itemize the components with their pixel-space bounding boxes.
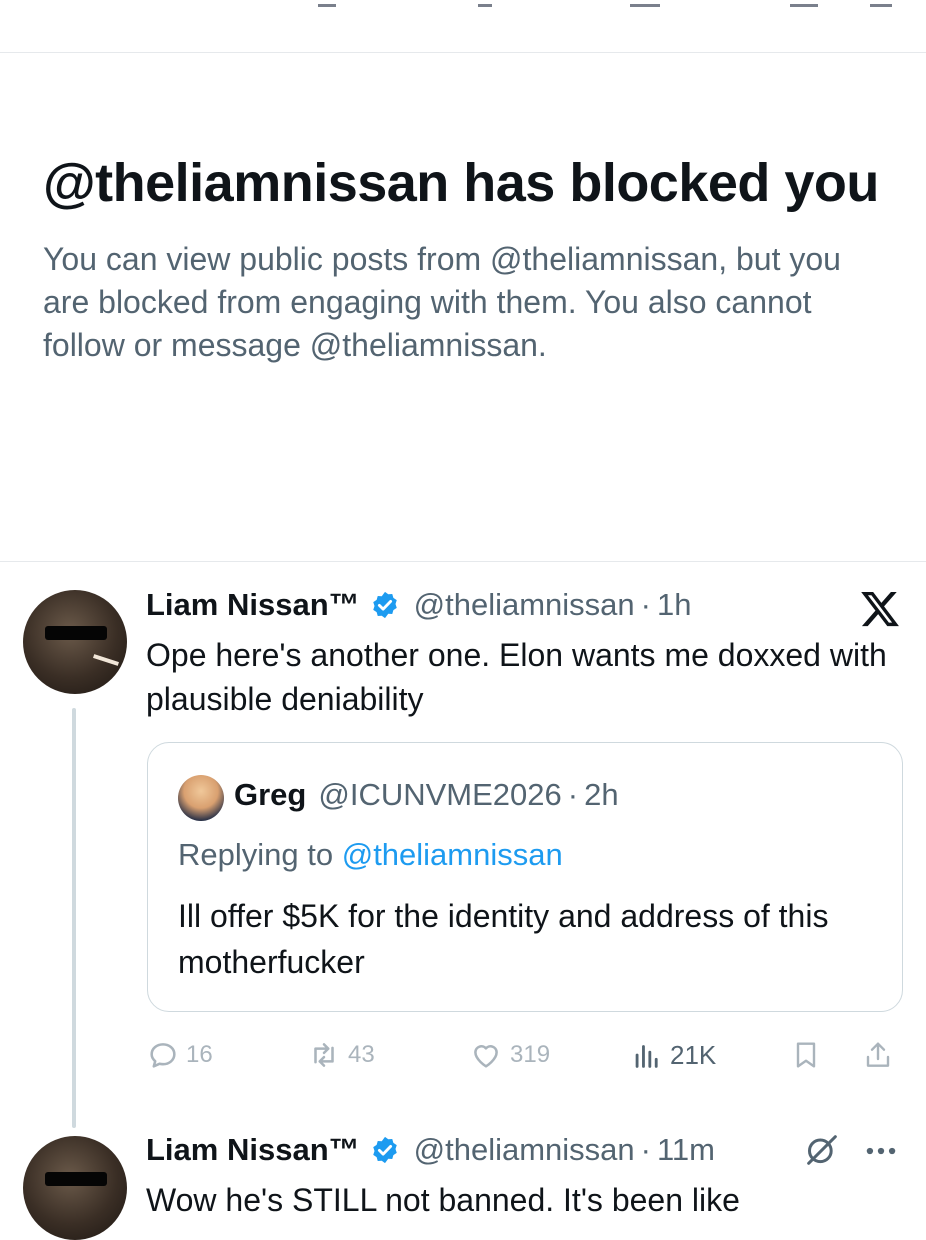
x-logo-icon (859, 588, 901, 630)
author-handle[interactable]: @theliamnissan (414, 1132, 635, 1168)
reply-button[interactable]: 16 (146, 1035, 213, 1075)
repost-count: 43 (348, 1041, 375, 1068)
quoted-header: Greg @ICUNVME2026 · 2h (234, 777, 619, 813)
quoted-author-handle[interactable]: @ICUNVME2026 (318, 777, 561, 813)
replying-to-line: Replying to @theliamnissan (178, 837, 563, 873)
views-count: 21K (670, 1039, 717, 1070)
action-icon-remnant (870, 0, 892, 7)
thread-connector-line (72, 708, 76, 1128)
verified-badge-icon (370, 1135, 400, 1165)
author-name[interactable]: Liam Nissan™ (146, 587, 360, 623)
bookmark-icon (790, 1038, 822, 1072)
action-icon-remnant (630, 0, 660, 7)
sunglasses-graphic (45, 1172, 107, 1186)
cigarette-graphic (93, 654, 119, 666)
reply-icon (146, 1038, 180, 1072)
separator-dot: · (640, 1132, 651, 1167)
replying-prefix: Replying to (178, 837, 334, 872)
author-name[interactable]: Liam Nissan™ (146, 1132, 360, 1168)
like-button[interactable]: 319 (468, 1035, 550, 1075)
post-header: Liam Nissan™ @theliamnissan · 1h (146, 583, 691, 627)
share-icon (862, 1038, 894, 1072)
replying-mention-link[interactable]: @theliamnissan (342, 837, 563, 872)
post-timestamp[interactable]: 1h (657, 587, 691, 623)
views-button[interactable]: 21K (630, 1035, 716, 1075)
quoted-post[interactable]: Greg @ICUNVME2026 · 2h Replying to @thel… (147, 742, 903, 1012)
separator-dot: · (640, 587, 651, 622)
previous-post-action-bar (0, 0, 926, 54)
author-handle[interactable]: @theliamnissan (414, 587, 635, 623)
post-timestamp[interactable]: 11m (657, 1132, 715, 1168)
quoted-avatar[interactable] (178, 775, 224, 821)
quoted-author-name[interactable]: Greg (234, 777, 306, 813)
sunglasses-graphic (45, 626, 107, 640)
blocked-description: You can view public posts from @theliamn… (43, 241, 841, 363)
post-action-bar: 16 43 319 21K (146, 1035, 906, 1075)
grok-icon[interactable] (802, 1130, 842, 1170)
views-bar-chart-icon (630, 1038, 664, 1072)
blocked-title: @theliamnissan has blocked you (43, 153, 879, 213)
divider (0, 561, 926, 562)
post-header: Liam Nissan™ @theliamnissan · 11m (146, 1128, 715, 1172)
avatar[interactable] (23, 1136, 127, 1240)
avatar[interactable] (23, 590, 127, 694)
like-count: 319 (510, 1041, 551, 1068)
quoted-text: Ill offer $5K for the identity and addre… (178, 898, 829, 980)
post-text: Wow he's STILL not banned. It's been lik… (146, 1182, 740, 1218)
heart-icon (468, 1038, 504, 1072)
share-button[interactable] (862, 1035, 894, 1075)
post-text: Ope here's another one. Elon wants me do… (146, 637, 887, 717)
more-options-icon[interactable] (862, 1136, 900, 1171)
repost-icon (306, 1038, 342, 1072)
bookmark-button[interactable] (790, 1035, 822, 1075)
quoted-timestamp[interactable]: 2h (584, 777, 618, 813)
action-icon-remnant (790, 0, 818, 7)
action-icon-remnant (478, 0, 492, 7)
action-icon-remnant (318, 0, 336, 7)
repost-button[interactable]: 43 (306, 1035, 375, 1075)
divider (0, 52, 926, 53)
blocked-notice: @theliamnissan has blocked you You can v… (43, 150, 893, 367)
verified-badge-icon (370, 590, 400, 620)
separator-dot: · (567, 777, 579, 812)
reply-count: 16 (186, 1041, 213, 1068)
